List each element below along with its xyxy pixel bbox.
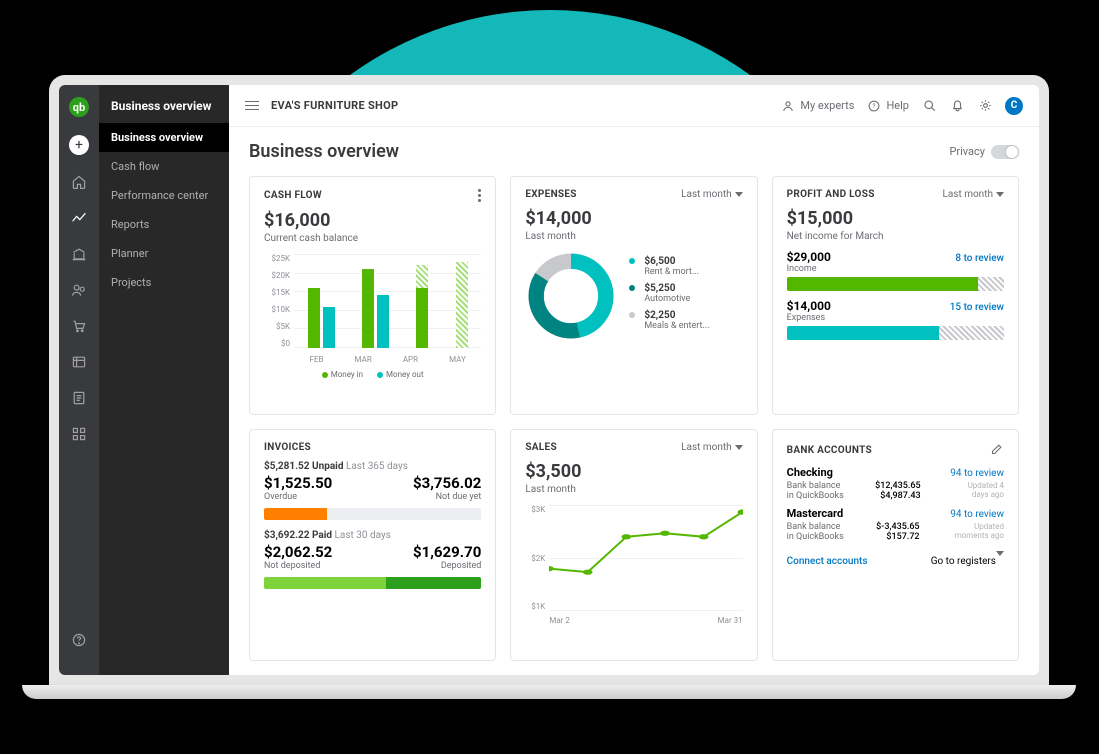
overview-icon[interactable] xyxy=(70,209,88,227)
avatar[interactable]: C xyxy=(1005,97,1023,115)
search-icon[interactable] xyxy=(921,98,937,114)
cashflow-amount: $16,000 xyxy=(264,210,481,231)
company-name: EVA'S FURNITURE SHOP xyxy=(271,99,398,112)
sidenav-item[interactable]: Performance center xyxy=(99,181,229,210)
expenses-list: $6,500Rent & mort...$5,250Automotive$2,2… xyxy=(629,256,709,337)
cashflow-legend: Money in Money out xyxy=(264,370,481,379)
banking-icon[interactable] xyxy=(70,245,88,263)
invoices-card: INVOICES $5,281.52 Unpaid Last 365 days … xyxy=(249,429,496,661)
page-title: Business overview xyxy=(249,141,399,162)
expenses-sub: Last month xyxy=(525,231,742,242)
pl-amount: $15,000 xyxy=(787,208,1004,229)
review-link[interactable]: 94 to review xyxy=(950,509,1004,520)
expenses-donut xyxy=(525,250,617,342)
my-experts-label: My experts xyxy=(800,99,854,112)
bell-icon[interactable] xyxy=(949,98,965,114)
review-link[interactable]: 15 to review xyxy=(950,302,1004,313)
expenses-range[interactable]: Last month xyxy=(681,189,743,200)
cashflow-sub: Current cash balance xyxy=(264,233,481,244)
invoices-unpaid-bar xyxy=(264,508,481,520)
goto-registers-link[interactable]: Go to registers xyxy=(931,556,1004,567)
connect-accounts-link[interactable]: Connect accounts xyxy=(787,556,868,567)
sidenav-item[interactable]: Reports xyxy=(99,210,229,239)
inv-notdue: $3,756.02 xyxy=(413,474,481,492)
sales-amount: $3,500 xyxy=(525,461,742,482)
expenses-title: EXPENSES xyxy=(525,189,576,200)
inv-notdep: $2,062.52 xyxy=(264,543,332,561)
help-label: Help xyxy=(886,99,909,112)
home-icon[interactable] xyxy=(70,173,88,191)
sidenav-item[interactable]: Projects xyxy=(99,268,229,297)
pl-title: PROFIT AND LOSS xyxy=(787,189,875,200)
pl-range[interactable]: Last month xyxy=(942,189,1004,200)
sidenav-item[interactable]: Cash flow xyxy=(99,152,229,181)
person-icon xyxy=(780,98,796,114)
new-button[interactable]: + xyxy=(69,135,89,155)
chevron-down-icon xyxy=(996,551,1004,567)
help-link[interactable]: ? Help xyxy=(866,98,909,114)
bank-title: BANK ACCOUNTS xyxy=(787,445,872,456)
my-experts-link[interactable]: My experts xyxy=(780,98,854,114)
gear-icon[interactable] xyxy=(977,98,993,114)
cart-icon[interactable] xyxy=(70,317,88,335)
help-rail-icon[interactable] xyxy=(70,631,88,649)
review-link[interactable]: 94 to review xyxy=(950,468,1004,479)
invoices-paid-bar xyxy=(264,577,481,589)
icon-rail: qb + xyxy=(59,85,99,675)
chevron-down-icon xyxy=(996,192,1004,197)
inv-overdue: $1,525.50 xyxy=(264,474,332,492)
expenses-card: EXPENSES Last month $14,000 Last month $… xyxy=(510,176,757,415)
sidenav-item[interactable]: Business overview xyxy=(99,123,229,152)
side-nav: Business overview Business overviewCash … xyxy=(99,85,229,675)
sidenav-header: Business overview xyxy=(99,85,229,123)
toggle-icon xyxy=(991,145,1019,159)
privacy-label: Privacy xyxy=(949,145,985,158)
sales-range[interactable]: Last month xyxy=(681,442,743,453)
sidenav-item[interactable]: Planner xyxy=(99,239,229,268)
workers-icon[interactable] xyxy=(70,353,88,371)
chevron-down-icon xyxy=(735,445,743,450)
invoices-title: INVOICES xyxy=(264,442,311,453)
review-link[interactable]: 8 to review xyxy=(955,253,1004,264)
chevron-down-icon xyxy=(735,192,743,197)
sales-sub: Last month xyxy=(525,484,742,495)
apps-icon[interactable] xyxy=(70,425,88,443)
pl-sub: Net income for March xyxy=(787,231,1004,242)
pl-card: PROFIT AND LOSS Last month $15,000 Net i… xyxy=(772,176,1019,415)
cashflow-card: CASH FLOW $16,000 Current cash balance $… xyxy=(249,176,496,415)
sales-chart: $3K$2K$1K Mar 2Mar 31 xyxy=(525,505,742,625)
cashflow-title: CASH FLOW xyxy=(264,190,322,201)
kebab-icon[interactable] xyxy=(478,189,481,202)
sales-title: SALES xyxy=(525,442,557,453)
help-icon: ? xyxy=(866,98,882,114)
topbar: EVA'S FURNITURE SHOP My experts ? Help C xyxy=(229,85,1039,127)
svg-text:?: ? xyxy=(873,102,876,110)
customers-icon[interactable] xyxy=(70,281,88,299)
reports-icon[interactable] xyxy=(70,389,88,407)
cashflow-chart: $25K$20K$15K$10K$5K$0 FEBMARAPRMAY xyxy=(264,254,481,364)
bank-card: BANK ACCOUNTS Checking94 to review Bank … xyxy=(772,429,1019,661)
privacy-toggle[interactable]: Privacy xyxy=(949,145,1019,159)
qb-logo-icon: qb xyxy=(69,97,89,117)
inv-dep: $1,629.70 xyxy=(413,543,481,561)
sales-card: SALES Last month $3,500 Last month $3K$2… xyxy=(510,429,757,661)
expenses-amount: $14,000 xyxy=(525,208,742,229)
menu-toggle-icon[interactable] xyxy=(245,98,259,113)
pencil-icon[interactable] xyxy=(988,442,1004,458)
